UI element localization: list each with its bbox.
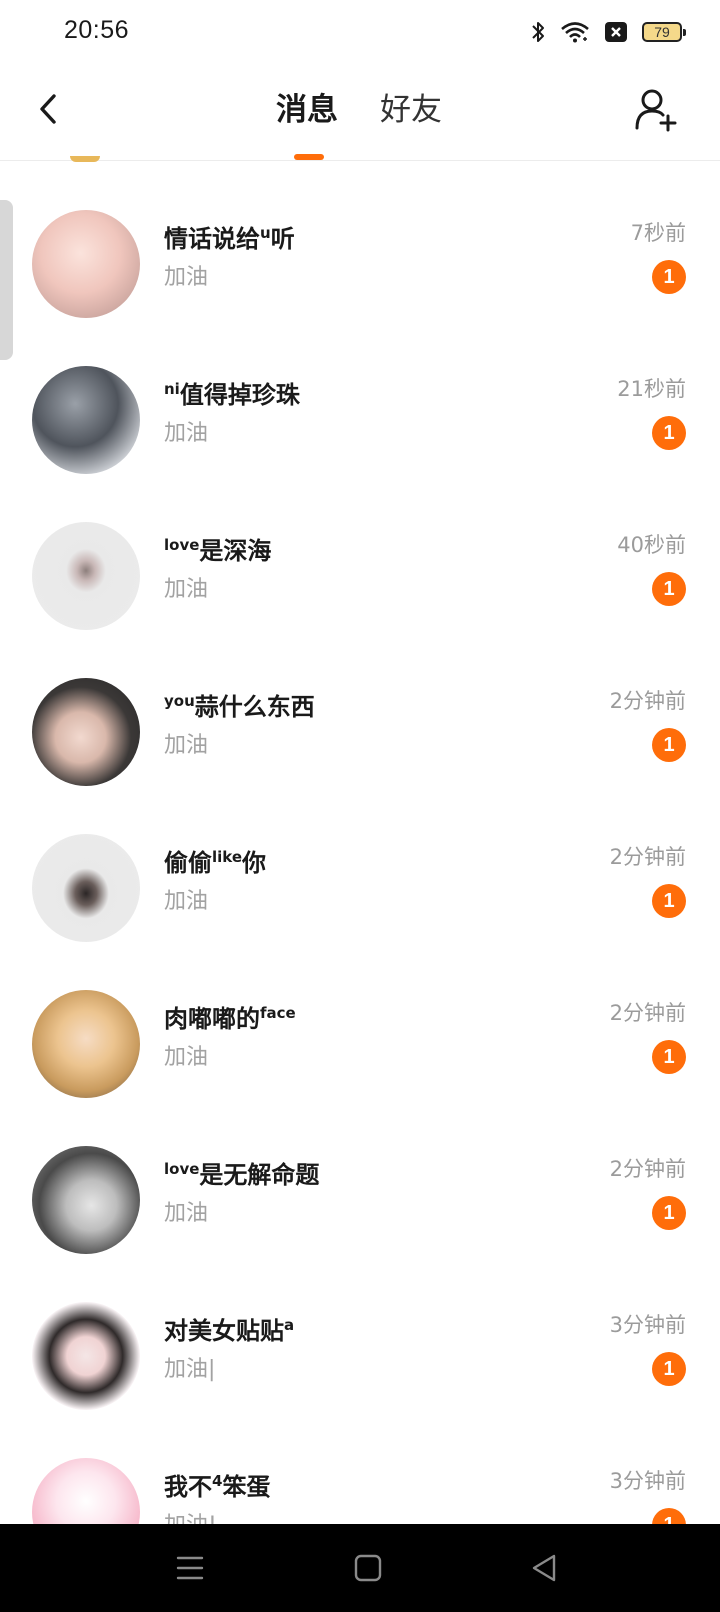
avatar [32, 210, 140, 318]
message-time: 2分钟前 [609, 1157, 686, 1181]
conversation-row[interactable]: 偷偷like你 加油 2分钟前 1 [0, 784, 720, 942]
contact-name: 情话说给u听 [164, 218, 295, 254]
conversation-row[interactable]: love是深海 加油 40秒前 1 [0, 472, 720, 630]
status-bar: 20:56 79 [0, 0, 720, 64]
avatar [32, 1302, 140, 1410]
name-suffix: 值得掉珍珠 [179, 381, 300, 409]
conversation-row[interactable]: love是无解命题 加油 2分钟前 1 [0, 1096, 720, 1254]
name-sup: face [260, 1004, 296, 1022]
menu-icon [176, 1556, 204, 1580]
name-suffix: 是无解命题 [199, 1161, 320, 1189]
conversation-row[interactable]: 肉嘟嘟的face 加油 2分钟前 1 [0, 940, 720, 1098]
name-sup: u [260, 224, 271, 242]
back-button[interactable] [30, 86, 70, 132]
back-nav-button[interactable] [524, 1548, 564, 1588]
message-preview: 加油 [164, 577, 209, 602]
tab-messages[interactable]: 消息 [276, 90, 338, 130]
header: 消息 好友 [0, 64, 720, 161]
message-preview: 加油 [164, 1201, 209, 1226]
name-text: 情话说给 [164, 225, 260, 253]
message-time: 3分钟前 [609, 1469, 686, 1493]
conversation-row[interactable]: 对美女贴贴a 加油| 3分钟前 1 [0, 1252, 720, 1410]
contact-name: love是深海 [164, 530, 271, 566]
notification-x-icon [605, 22, 627, 42]
name-sup: you [164, 692, 195, 710]
add-user-icon [635, 89, 677, 132]
contact-name: love是无解命题 [164, 1154, 319, 1190]
avatar [32, 522, 140, 630]
conversation-row[interactable]: 情话说给u听 加油 7秒前 1 [0, 160, 720, 318]
name-sup: a [284, 1316, 295, 1334]
avatar [32, 366, 140, 474]
message-preview: 加油 [164, 1045, 209, 1070]
unread-badge: 1 [652, 728, 686, 762]
message-time: 21秒前 [617, 377, 686, 401]
message-preview: 加油 [164, 733, 209, 758]
name-sup: like [212, 848, 243, 866]
message-preview: 加油 [164, 421, 209, 446]
name-suffix: 你 [242, 849, 267, 877]
unread-badge: 1 [652, 1196, 686, 1230]
contact-name: 肉嘟嘟的face [164, 998, 296, 1034]
add-friend-button[interactable] [632, 86, 680, 134]
tab-friends[interactable]: 好友 [380, 90, 442, 130]
name-suffix: 笨蛋 [222, 1473, 271, 1501]
status-time: 20:56 [64, 16, 130, 44]
unread-badge: 1 [652, 260, 686, 294]
back-triangle-icon [532, 1554, 556, 1582]
unread-badge: 1 [652, 1040, 686, 1074]
conversation-list: 情话说给u听 加油 7秒前 1 ni值得掉珍珠 加油 21秒前 1 love是深… [0, 160, 720, 1566]
menu-button[interactable] [170, 1548, 210, 1588]
unread-badge: 1 [652, 416, 686, 450]
battery-icon: 79 [642, 22, 686, 42]
unread-badge: 1 [652, 884, 686, 918]
message-preview: 加油| [164, 1357, 216, 1382]
name-sup: love [164, 1160, 200, 1178]
avatar [32, 1146, 140, 1254]
name-text: 偷偷 [164, 849, 212, 877]
battery-level: 79 [654, 24, 670, 40]
name-sup: love [164, 536, 200, 554]
message-time: 40秒前 [617, 533, 686, 557]
unread-badge: 1 [652, 1352, 686, 1386]
name-text: 我不 [164, 1473, 212, 1501]
name-text: 对美女贴贴 [164, 1317, 284, 1345]
name-suffix: 蒜什么东西 [194, 693, 315, 721]
chevron-left-icon [40, 94, 56, 124]
avatar [32, 834, 140, 942]
name-suffix: 听 [270, 225, 295, 253]
home-button[interactable] [348, 1548, 388, 1588]
message-time: 2分钟前 [609, 1001, 686, 1025]
contact-name: 我不4笨蛋 [164, 1466, 270, 1502]
contact-name: ni值得掉珍珠 [164, 374, 300, 410]
wifi-icon [561, 22, 589, 43]
contact-name: you蒜什么东西 [164, 686, 315, 722]
avatar [32, 990, 140, 1098]
name-sup: 4 [212, 1472, 223, 1490]
conversation-row[interactable]: ni值得掉珍珠 加油 21秒前 1 [0, 316, 720, 474]
message-preview: 加油 [164, 265, 209, 290]
status-icons: 79 [530, 18, 686, 46]
message-preview: 加油 [164, 889, 209, 914]
message-time: 3分钟前 [609, 1313, 686, 1337]
conversation-row[interactable]: you蒜什么东西 加油 2分钟前 1 [0, 628, 720, 786]
contact-name: 偷偷like你 [164, 842, 266, 878]
message-time: 2分钟前 [609, 689, 686, 713]
message-time: 2分钟前 [609, 845, 686, 869]
name-sup: ni [164, 380, 180, 398]
name-suffix: 是深海 [199, 537, 272, 565]
contact-name: 对美女贴贴a [164, 1310, 294, 1346]
bluetooth-icon [532, 22, 544, 42]
name-text: 肉嘟嘟的 [164, 1005, 260, 1033]
system-nav-bar [0, 1524, 720, 1612]
home-icon [354, 1554, 382, 1582]
avatar [32, 678, 140, 786]
unread-badge: 1 [652, 572, 686, 606]
message-time: 7秒前 [630, 221, 686, 245]
